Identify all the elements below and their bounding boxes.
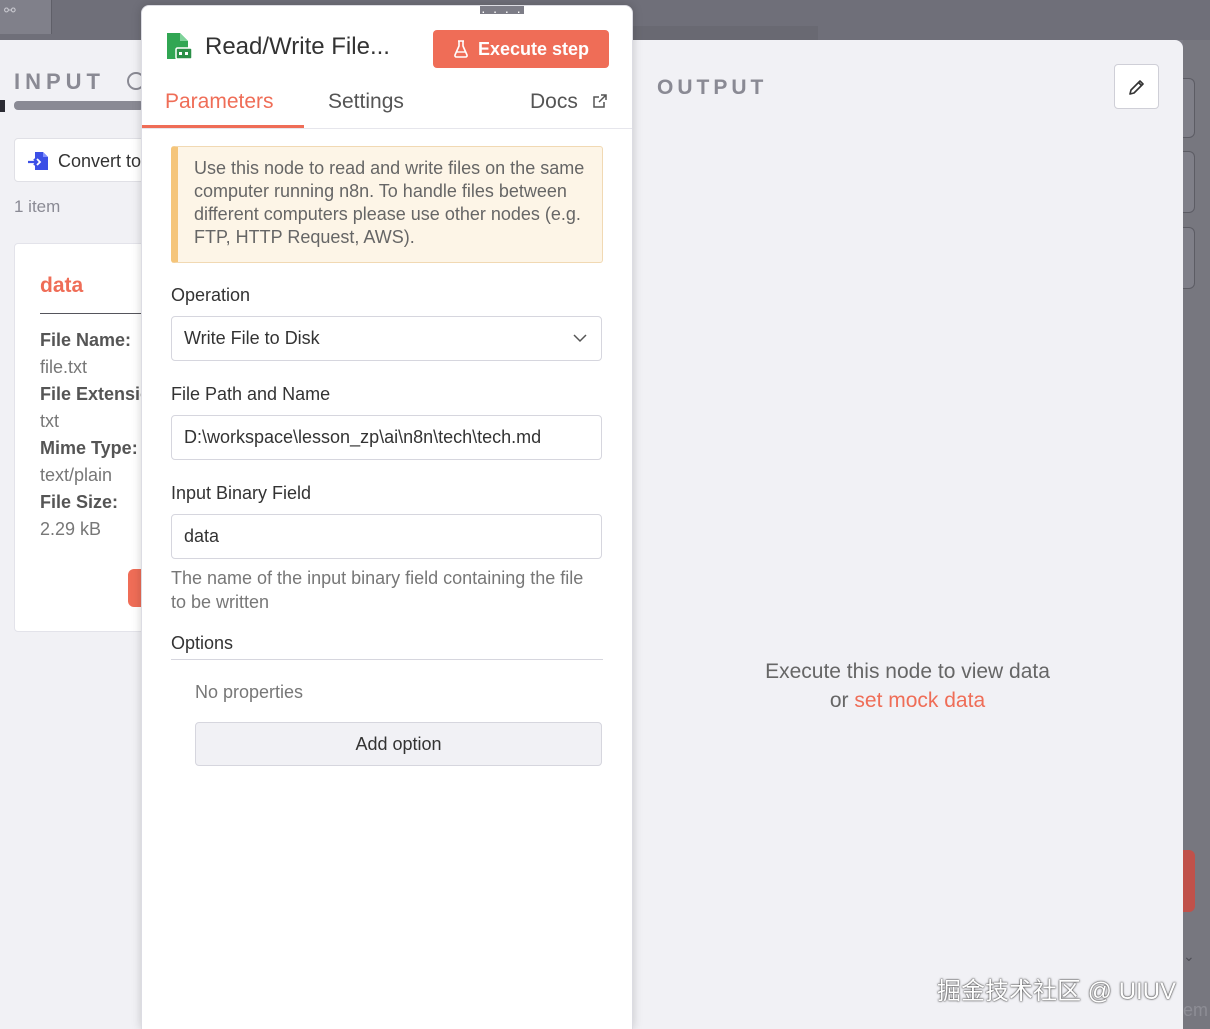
canvas-card	[1183, 227, 1195, 289]
empty-state-line2: or set mock data	[632, 686, 1183, 715]
input-node-selector[interactable]: Convert to File	[14, 138, 175, 182]
options-label: Options	[171, 633, 234, 653]
file-extension-value: txt	[40, 411, 60, 431]
convert-to-file-icon	[28, 152, 48, 170]
mime-type-value: text/plain	[40, 465, 113, 485]
flask-icon	[454, 40, 468, 58]
node-title[interactable]: Read/Write File...	[205, 33, 390, 61]
tab-docs[interactable]: Docs	[530, 90, 578, 114]
file-path-label: File Path and Name	[171, 384, 331, 404]
binary-data-card: data File Name: file.txt File Extension:…	[14, 243, 154, 632]
file-size-label: File Size:	[40, 492, 119, 512]
no-properties-text: No properties	[195, 682, 304, 702]
output-panel-title: OUTPUT	[657, 76, 768, 99]
tab-parameters[interactable]: Parameters	[165, 90, 274, 114]
empty-state-prefix: or	[829, 689, 855, 712]
tab-settings[interactable]: Settings	[328, 90, 404, 114]
input-scrollbar[interactable]	[14, 101, 144, 110]
pencil-icon	[1128, 79, 1144, 95]
parameters-form: Use this node to read and write files on…	[142, 128, 632, 1029]
divider	[40, 313, 153, 314]
file-name-label: File Name:	[40, 330, 132, 350]
item-count: 1 item	[14, 197, 61, 216]
operation-select[interactable]: Write File to Disk	[171, 316, 602, 361]
info-notice: Use this node to read and write files on…	[171, 146, 603, 263]
canvas-red-button[interactable]	[1183, 850, 1195, 912]
operation-value: Write File to Disk	[184, 328, 320, 348]
file-icon	[167, 33, 193, 60]
scroll-tick	[0, 100, 5, 112]
connection-icon: ⚯	[4, 2, 16, 18]
edit-output-button[interactable]	[1114, 64, 1159, 109]
file-size-value: 2.29 kB	[40, 519, 102, 539]
canvas-strip	[630, 26, 818, 40]
external-link-icon[interactable]	[592, 93, 608, 109]
canvas-node-partial[interactable]: ⚯	[0, 0, 52, 34]
canvas-card	[1183, 151, 1195, 213]
binary-card-title: data	[40, 274, 84, 297]
chevron-down-icon	[573, 334, 587, 343]
node-settings-panel: Read/Write File... Execute step Paramete…	[141, 1, 633, 1029]
operation-label: Operation	[171, 285, 251, 305]
file-path-input[interactable]: D:\workspace\lesson_zp\ai\n8n\tech\tech.…	[171, 415, 602, 460]
execute-step-button[interactable]: Execute step	[433, 30, 609, 68]
chevron-down-icon[interactable]: ⌄	[1183, 948, 1195, 965]
canvas-text-fragment: em	[1183, 1000, 1209, 1020]
binary-field-input[interactable]: data	[171, 514, 602, 559]
add-option-button[interactable]: Add option	[195, 722, 602, 766]
empty-state-text: Execute this node to view data	[765, 660, 1050, 683]
watermark: 掘金技术社区 @ UIUV	[937, 978, 1177, 1005]
input-panel-title: INPUT	[14, 69, 105, 94]
file-name-value: file.txt	[40, 357, 88, 377]
output-empty-state: Execute this node to view data or set mo…	[632, 657, 1183, 715]
canvas-right-edge: ⌄ em	[1183, 40, 1210, 1029]
execute-step-label: Execute step	[477, 38, 590, 59]
options-divider	[171, 659, 603, 660]
binary-field-hint: The name of the input binary field conta…	[171, 568, 584, 612]
set-mock-data-link[interactable]: set mock data	[854, 689, 985, 712]
binary-field-label: Input Binary Field	[171, 483, 312, 503]
drag-handle[interactable]: . . . . .	[480, 1, 524, 19]
mime-type-label: Mime Type:	[40, 438, 138, 458]
file-extension-label: File Extension:	[40, 384, 153, 404]
node-settings-header: Read/Write File... Execute step Paramete…	[142, 6, 632, 128]
canvas-card	[1183, 78, 1195, 138]
